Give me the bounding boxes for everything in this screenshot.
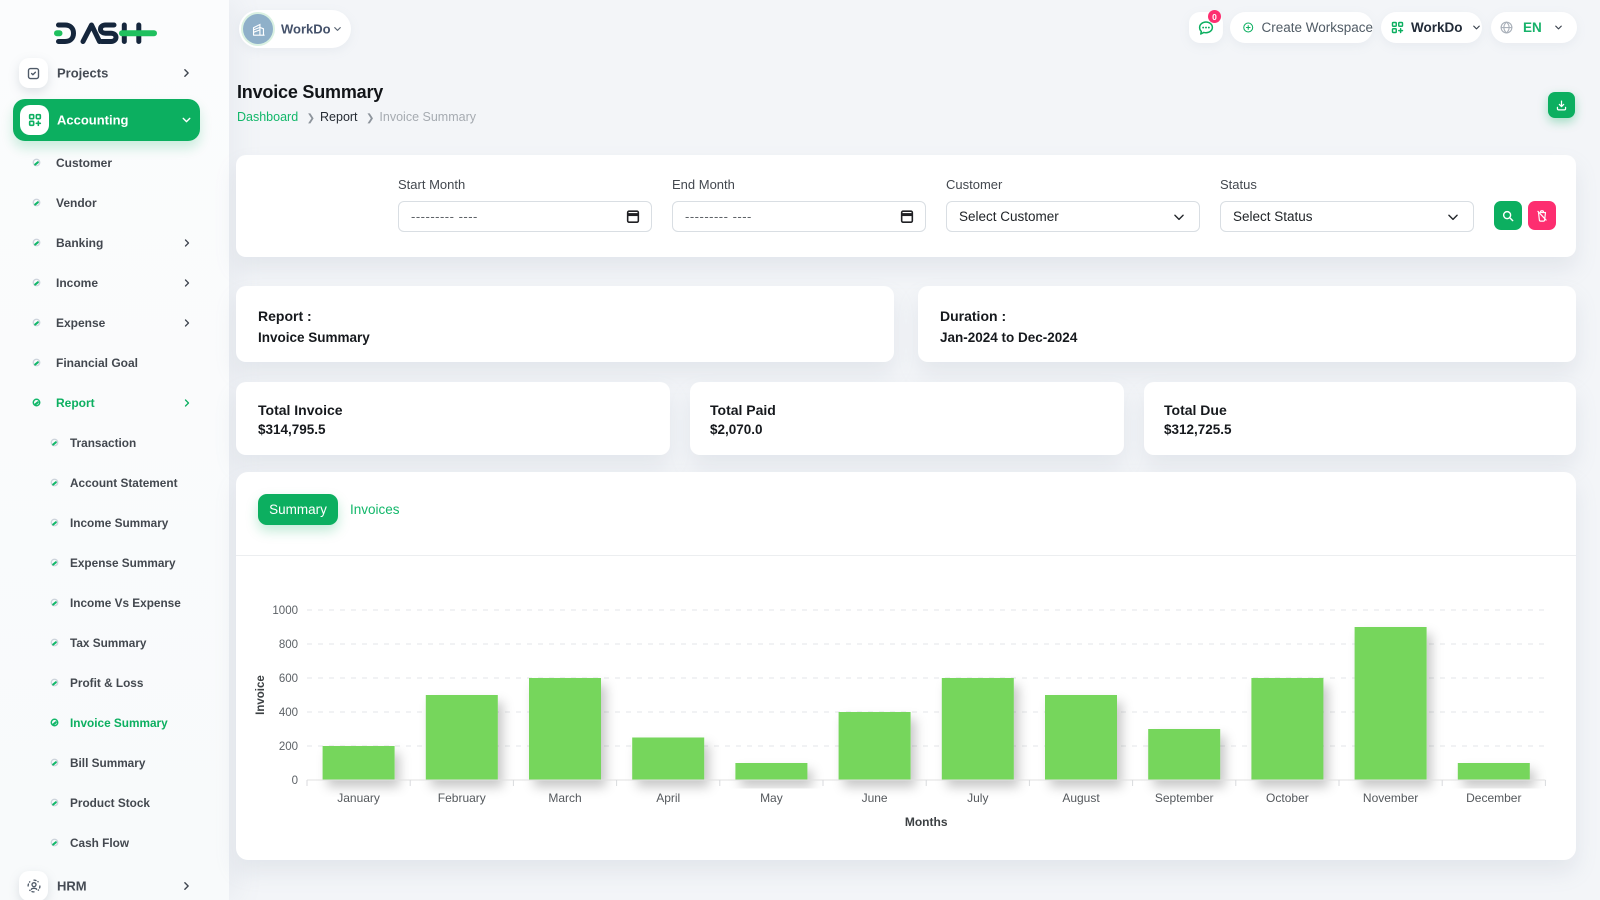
svg-text:March: March — [548, 791, 581, 805]
svg-text:May: May — [760, 791, 783, 805]
svg-text:August: August — [1062, 791, 1100, 805]
svg-text:October: October — [1266, 791, 1309, 805]
svg-text:July: July — [967, 791, 988, 805]
svg-text:Months: Months — [905, 815, 948, 829]
svg-text:June: June — [862, 791, 888, 805]
svg-text:February: February — [438, 791, 486, 805]
svg-text:400: 400 — [279, 707, 298, 719]
svg-text:Invoice: Invoice — [255, 675, 267, 715]
svg-text:1000: 1000 — [272, 605, 298, 617]
svg-text:800: 800 — [279, 639, 298, 651]
svg-text:November: November — [1363, 791, 1418, 805]
svg-text:600: 600 — [279, 673, 298, 685]
svg-text:January: January — [337, 791, 380, 805]
svg-text:0: 0 — [292, 775, 298, 787]
svg-text:April: April — [656, 791, 680, 805]
svg-text:200: 200 — [279, 741, 298, 753]
svg-text:September: September — [1155, 791, 1214, 805]
svg-text:December: December — [1466, 791, 1521, 805]
